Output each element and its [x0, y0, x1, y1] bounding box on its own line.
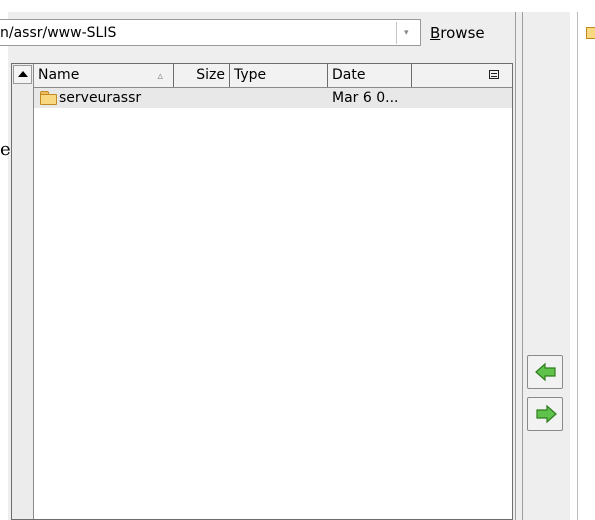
path-combo-box[interactable]: n/assr/www-SLIS [0, 19, 421, 46]
right-panel [578, 0, 595, 520]
column-menu-icon [489, 70, 499, 79]
browse-mnemonic: B [430, 24, 441, 42]
left-text-fragment: e [0, 139, 11, 160]
sort-ascending-icon: ▵ [157, 69, 163, 82]
file-date: Mar 6 0... [332, 90, 399, 106]
column-header-name[interactable]: Name ▵ [34, 64, 174, 87]
scroll-up-arrow-icon[interactable] [13, 65, 32, 84]
column-header-size[interactable]: Size [174, 64, 230, 87]
folder-icon [586, 27, 595, 39]
remove-button[interactable] [527, 397, 563, 431]
divider-left [515, 12, 516, 520]
arrow-right-icon [536, 404, 557, 424]
path-text: n/assr/www-SLIS [0, 25, 117, 41]
chevron-down-icon: ▾ [404, 28, 409, 38]
arrow-left-icon [535, 362, 556, 382]
left-edge [0, 12, 8, 520]
add-button[interactable] [527, 355, 563, 389]
folder-icon [40, 91, 57, 105]
column-size-label: Size [196, 67, 225, 83]
file-list[interactable]: Name ▵ Size Type Date serveurassr Mar 6 … [11, 63, 513, 520]
file-chooser-window: e n/assr/www-SLIS ▾ Browse Name ▵ Size T… [0, 0, 595, 520]
column-header-date[interactable]: Date [328, 64, 412, 87]
browse-button[interactable]: Browse [430, 21, 506, 45]
divider-right [522, 12, 523, 520]
column-header-type[interactable]: Type [230, 64, 328, 87]
path-dropdown-button[interactable]: ▾ [396, 22, 419, 44]
column-menu-button[interactable] [412, 64, 512, 87]
column-date-label: Date [332, 67, 366, 83]
file-list-header: Name ▵ Size Type Date [34, 64, 512, 88]
vertical-scrollbar[interactable] [12, 64, 34, 519]
column-name-label: Name [38, 67, 80, 83]
column-type-label: Type [234, 67, 267, 83]
file-name: serveurassr [59, 90, 142, 106]
browse-label: rowse [440, 24, 485, 42]
table-row[interactable]: serveurassr Mar 6 0... [34, 88, 512, 108]
